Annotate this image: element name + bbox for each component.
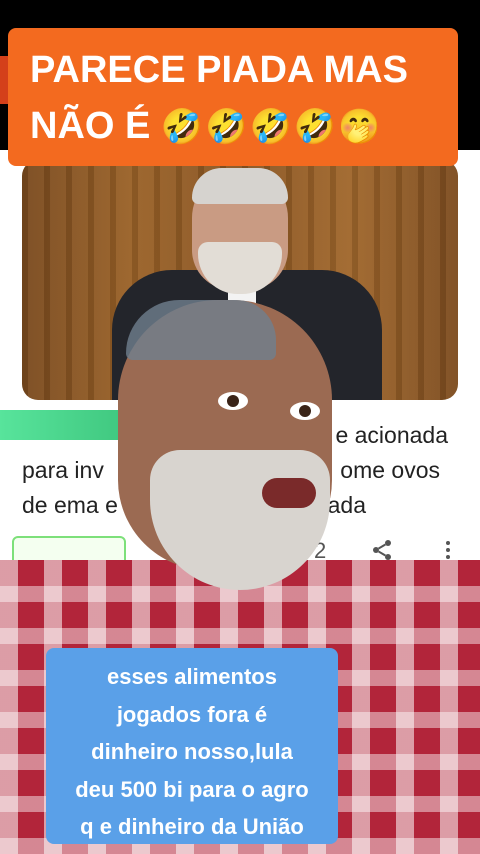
laughing-emoji-icons: 🤣🤣🤣🤣🤭 [160,108,383,146]
presenter-mouth [262,478,316,508]
presenter-eye-right [290,402,320,420]
photo-hair [192,168,288,204]
headline-line-3-right: ada [327,492,366,518]
bottom-caption-line: q e dinheiro da União [80,814,304,839]
presenter-hair [126,300,276,360]
top-black-strip [0,0,480,28]
bottom-caption-line: deu 500 bi para o agro [75,776,309,802]
bottom-caption: esses alimentos jogados fora é dinheiro … [46,648,338,844]
headline-line-2-right: ome ovos [340,457,440,483]
bottom-caption-line: jogados fora é [116,701,268,727]
caption-edge-accent [0,56,8,104]
presenter-eye-left [218,392,248,410]
headline-line-2-left: para inv [22,457,104,483]
top-caption-line-2: NÃO É 🤣🤣🤣🤣🤭 [30,98,448,155]
top-caption-line-2-text: NÃO É [30,105,151,147]
headline-line-3-left: de ema e [22,492,118,518]
bottom-caption-line: esses alimentos [107,664,277,689]
bottom-caption-line: dinheiro nosso,lula [91,739,293,764]
top-caption-line-1: PARECE PIADA MAS [30,49,408,91]
top-caption: PARECE PIADA MAS NÃO É 🤣🤣🤣🤣🤭 [8,28,458,166]
